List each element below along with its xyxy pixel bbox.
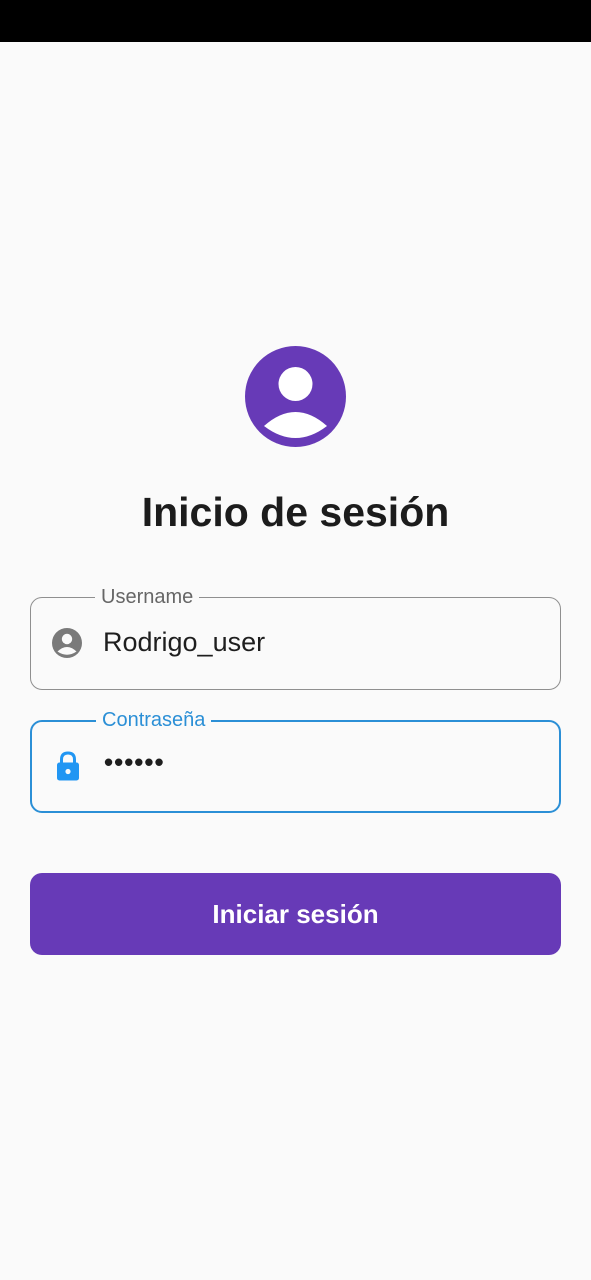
- username-field[interactable]: Username Rodrigo_user: [30, 585, 561, 690]
- lock-icon: [51, 749, 85, 783]
- avatar-icon: [245, 346, 346, 447]
- page-title: Inicio de sesión: [141, 489, 450, 535]
- password-field[interactable]: Contraseña ••••••: [30, 708, 561, 813]
- password-input[interactable]: ••••••: [104, 744, 165, 780]
- username-label: Username: [95, 585, 200, 609]
- account-circle-icon: [50, 626, 84, 660]
- login-button[interactable]: Iniciar sesión: [30, 873, 561, 955]
- password-label: Contraseña: [96, 708, 212, 732]
- username-input[interactable]: Rodrigo_user: [103, 624, 265, 660]
- status-bar: [0, 0, 591, 42]
